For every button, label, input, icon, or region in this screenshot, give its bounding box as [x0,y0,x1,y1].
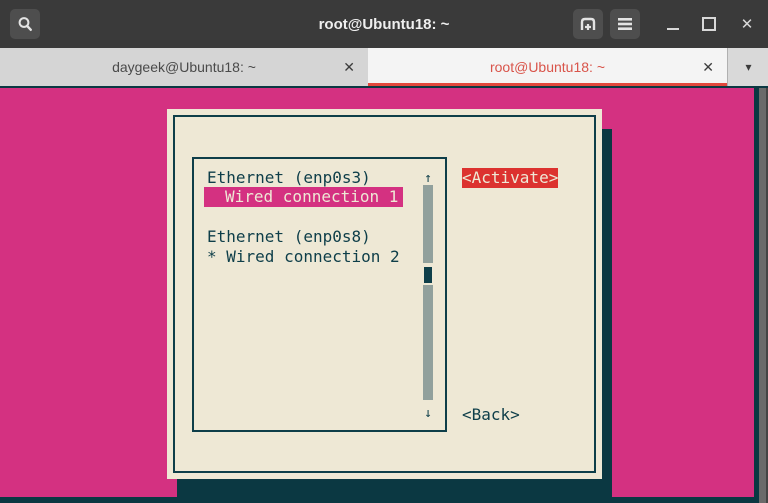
back-button[interactable]: <Back> [462,405,520,425]
list-group-label: Ethernet (enp0s3) [207,168,371,188]
tab-daygeek[interactable]: daygeek@Ubuntu18: ~ ✕ [0,48,369,86]
minimize-button[interactable] [659,0,687,48]
close-button[interactable]: ✕ [733,0,761,48]
tab-close-icon[interactable]: ✕ [343,48,355,86]
list-group-label: Ethernet (enp0s8) [207,227,371,247]
tab-label: root@Ubuntu18: ~ [490,59,605,75]
activate-button[interactable]: <Activate> [462,168,558,188]
tab-root-active[interactable]: root@Ubuntu18: ~ ✕ [368,48,727,86]
window-title: root@Ubuntu18: ~ [0,0,768,48]
scroll-track[interactable] [423,185,433,263]
scroll-down-icon[interactable]: ↓ [423,404,433,420]
titlebar: root@Ubuntu18: ~ ✕ [0,0,768,48]
tab-list-dropdown-button[interactable]: ▾ [727,48,768,86]
hamburger-menu-icon [616,16,634,32]
connection-listbox: Ethernet (enp0s3) Wired connection 1 Eth… [192,157,447,432]
tab-label: daygeek@Ubuntu18: ~ [112,59,256,75]
close-icon: ✕ [741,17,754,32]
chevron-down-icon: ▾ [745,60,751,74]
nmtui-dialog: Ethernet (enp0s3) Wired connection 1 Eth… [167,109,602,479]
new-tab-button[interactable] [573,9,603,39]
scroll-up-icon[interactable]: ↑ [423,169,433,185]
tab-close-icon[interactable]: ✕ [702,48,714,86]
terminal-viewport: Ethernet (enp0s3) Wired connection 1 Eth… [0,86,768,503]
terminal-scrollbar[interactable] [759,88,768,503]
tab-bar: daygeek@Ubuntu18: ~ ✕ root@Ubuntu18: ~ ✕… [0,48,768,86]
scroll-thumb[interactable] [424,267,432,283]
list-item[interactable]: * Wired connection 2 [207,247,400,267]
maximize-button[interactable] [695,0,723,48]
scroll-track[interactable] [423,285,433,400]
listbox-scrollbar: ↑ ↓ [423,159,433,430]
menu-button[interactable] [610,9,640,39]
new-tab-icon [577,13,599,35]
minimize-icon [667,28,679,30]
list-item-selected[interactable]: Wired connection 1 [204,187,403,207]
maximize-icon [702,17,716,31]
